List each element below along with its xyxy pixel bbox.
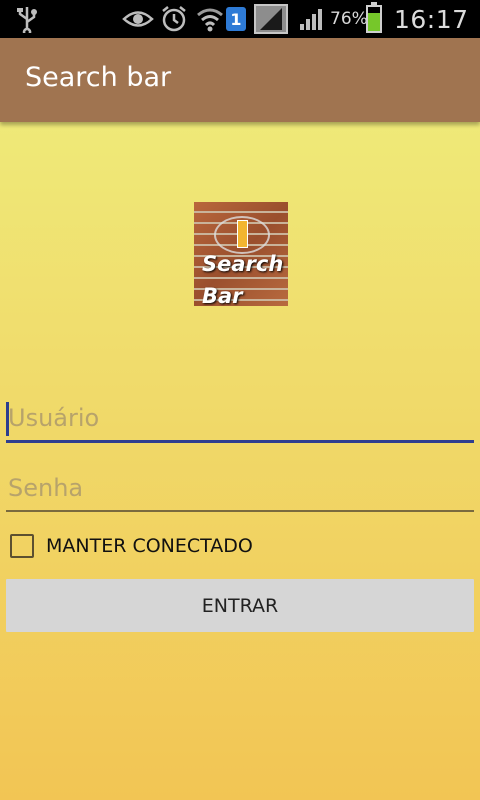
eye-icon [122, 0, 154, 38]
pencil-icon [237, 220, 248, 248]
login-button[interactable]: ENTRAR [6, 579, 474, 632]
battery-percent: 76% [330, 9, 368, 29]
logo-text-line2: Bar [202, 284, 243, 306]
remember-me-row[interactable]: MANTER CONECTADO [10, 532, 253, 560]
status-bar: 1 76% 16:17 [0, 0, 480, 38]
app-title: Search bar [25, 62, 172, 93]
sim-number: 1 [226, 7, 246, 31]
password-placeholder: Senha [8, 474, 84, 502]
remember-me-checkbox[interactable] [10, 534, 34, 558]
username-field[interactable]: Usuário [6, 400, 474, 443]
clock: 16:17 [394, 4, 469, 34]
password-field[interactable]: Senha [6, 470, 474, 512]
battery-icon [366, 0, 382, 38]
alarm-icon [160, 0, 188, 38]
mobile-data-icon [254, 0, 288, 38]
action-bar: Search bar [0, 38, 480, 122]
logo-text-line1: Search [202, 252, 284, 276]
username-placeholder: Usuário [8, 404, 100, 432]
remember-me-label: MANTER CONECTADO [46, 535, 253, 557]
sim-icon: 1 [226, 0, 246, 38]
app-logo: Search Bar [194, 202, 288, 306]
signal-icon [298, 0, 326, 38]
usb-icon [14, 0, 40, 38]
wifi-icon [196, 0, 224, 38]
